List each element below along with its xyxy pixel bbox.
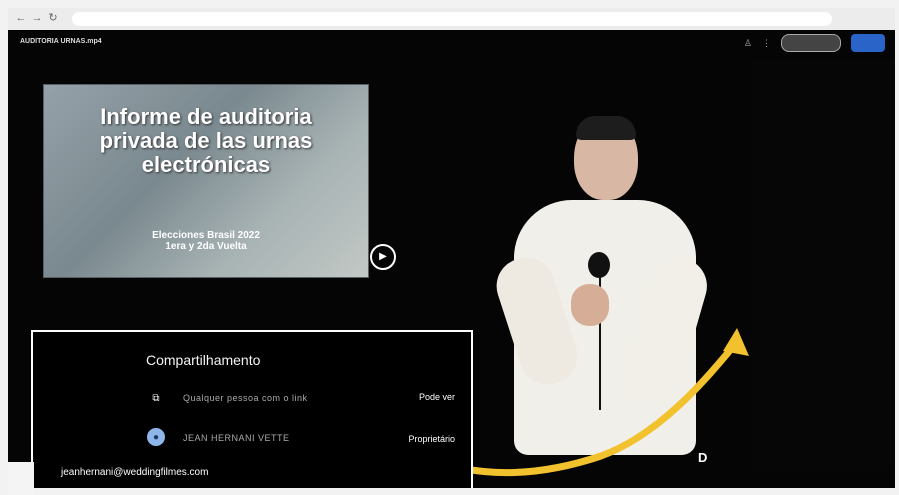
details-panel bbox=[753, 60, 895, 465]
top-actions: ♙ ⋮ bbox=[744, 34, 885, 52]
sharing-row-role[interactable]: Pode ver bbox=[419, 392, 455, 402]
slide-title-line-3: electrónicas bbox=[141, 152, 271, 177]
slide-title-line-1: Informe de auditoria bbox=[100, 104, 312, 129]
presentation-slide: Informe de auditoria privada de las urna… bbox=[43, 84, 369, 278]
white-background-patch bbox=[8, 462, 34, 495]
speaker-hair bbox=[576, 116, 636, 140]
address-bar[interactable] bbox=[72, 12, 832, 26]
forward-icon[interactable]: → bbox=[30, 11, 44, 25]
primary-button[interactable] bbox=[851, 34, 885, 52]
file-title: AUDITORIA URNAS.mp4 bbox=[20, 38, 102, 45]
browser-toolbar: ← → ↻ bbox=[8, 8, 895, 31]
avatar-icon: ● bbox=[147, 428, 165, 446]
slide-subtitle: Elecciones Brasil 2022 1era y 2da Vuelta bbox=[44, 230, 368, 252]
more-icon[interactable]: ⋮ bbox=[762, 38, 771, 49]
video-viewer: AUDITORIA URNAS.mp4 ♙ ⋮ Informe de audit… bbox=[8, 30, 895, 488]
link-icon: ⧉ bbox=[152, 392, 160, 404]
play-icon[interactable]: ▶ bbox=[370, 244, 396, 270]
sharing-email: jeanhernani@weddingfilmes.com bbox=[61, 467, 209, 478]
sharing-title: Compartilhamento bbox=[146, 352, 261, 368]
sharing-row-name: Qualquer pessoa com o link bbox=[183, 393, 308, 403]
sharing-owner-name: JEAN HERNANI VETTE bbox=[183, 433, 290, 443]
microphone-icon bbox=[588, 252, 610, 278]
share-button[interactable] bbox=[781, 34, 841, 52]
slide-subtitle-line-2: 1era y 2da Vuelta bbox=[165, 241, 247, 252]
user-icon[interactable]: ♙ bbox=[744, 38, 752, 49]
slide-title-line-2: privada de las urnas bbox=[99, 128, 313, 153]
slide-subtitle-line-1: Elecciones Brasil 2022 bbox=[152, 230, 260, 241]
sharing-card: Compartilhamento ⧉ Qualquer pessoa com o… bbox=[31, 330, 473, 488]
speaker-hand bbox=[571, 284, 609, 326]
sharing-owner-role: Proprietário bbox=[408, 434, 455, 444]
slide-title: Informe de auditoria privada de las urna… bbox=[44, 105, 368, 177]
back-icon[interactable]: ← bbox=[14, 11, 28, 25]
reload-icon[interactable]: ↻ bbox=[46, 11, 60, 25]
